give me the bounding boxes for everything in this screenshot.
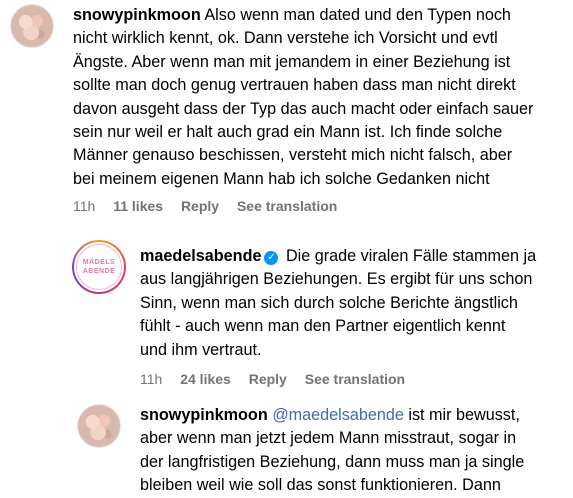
see-translation-button[interactable]: See translation — [237, 198, 337, 214]
comment-line: bleiben weil wie soll das sonst funktion… — [140, 476, 501, 495]
username-link[interactable]: maedelsabende — [140, 247, 261, 265]
comment-meta: 11h 11 likes Reply See translation — [73, 198, 351, 214]
comment-line: bei meinem eigenen Mann hab ich solche G… — [73, 169, 490, 188]
avatar[interactable] — [10, 4, 54, 48]
username-link[interactable]: snowypinkmoon — [73, 6, 201, 24]
comment-line: Sinn, wenn man sich durch solche Bericht… — [140, 293, 518, 312]
comment-line: Ängste. Aber wenn man mit jemandem in ei… — [73, 52, 511, 71]
comment-line: und ihm vertraut. — [140, 340, 262, 359]
comment-line: aber wenn man jetzt jedem Mann misstraut… — [140, 429, 517, 448]
comment-body: maedelsabende ✓ Die grade viralen Fälle s… — [140, 245, 573, 362]
comment-line: aus langjährigen Beziehungen. Es ergibt … — [140, 270, 533, 289]
comment-line: nicht wirklich kennt, ok. Dann verstehe … — [73, 29, 498, 48]
timestamp[interactable]: 11h — [140, 371, 162, 387]
reply-button[interactable]: Reply — [249, 371, 287, 387]
comment-line: Also wenn man dated und den Typen noch — [204, 6, 511, 24]
comment-line: der langfristigen Beziehung, dann muss m… — [140, 452, 525, 471]
comment-body: snowypinkmoon @maedelsabende ist mir bew… — [140, 404, 573, 498]
username-link[interactable]: snowypinkmoon — [140, 406, 268, 424]
likes-count[interactable]: 11 likes — [113, 198, 163, 214]
see-translation-button[interactable]: See translation — [305, 371, 405, 387]
comment-line: sollte man doch genug vertrauen haben da… — [73, 76, 516, 95]
comment-line: davon ausgeht dass der Typ das auch mach… — [73, 99, 534, 118]
mention-link[interactable]: @maedelsabende — [272, 406, 404, 424]
maedelsabende-logo-icon: MÄDELS ABENDE — [76, 244, 122, 290]
comment-line: fühlt - auch wenn man den Partner eigent… — [140, 317, 506, 336]
verified-badge-icon: ✓ — [264, 251, 279, 265]
timestamp[interactable]: 11h — [73, 198, 95, 214]
comment-line: Männer genauso beschissen, versteht mich… — [73, 146, 513, 165]
reply-button[interactable]: Reply — [181, 198, 219, 214]
avatar[interactable]: MÄDELS ABENDE — [72, 240, 126, 294]
comment-meta: 11h 24 likes Reply See translation — [140, 371, 419, 387]
comment-line: sein nur weil er halt auch grad ein Mann… — [73, 123, 503, 142]
comment-line: ist mir bewusst, — [408, 406, 520, 424]
likes-count[interactable]: 24 likes — [180, 371, 231, 387]
comment-line: Die grade viralen Fälle stammen ja — [285, 247, 537, 265]
avatar[interactable] — [77, 404, 121, 448]
comment-body: snowypinkmoon Also wenn man dated und de… — [73, 4, 573, 191]
